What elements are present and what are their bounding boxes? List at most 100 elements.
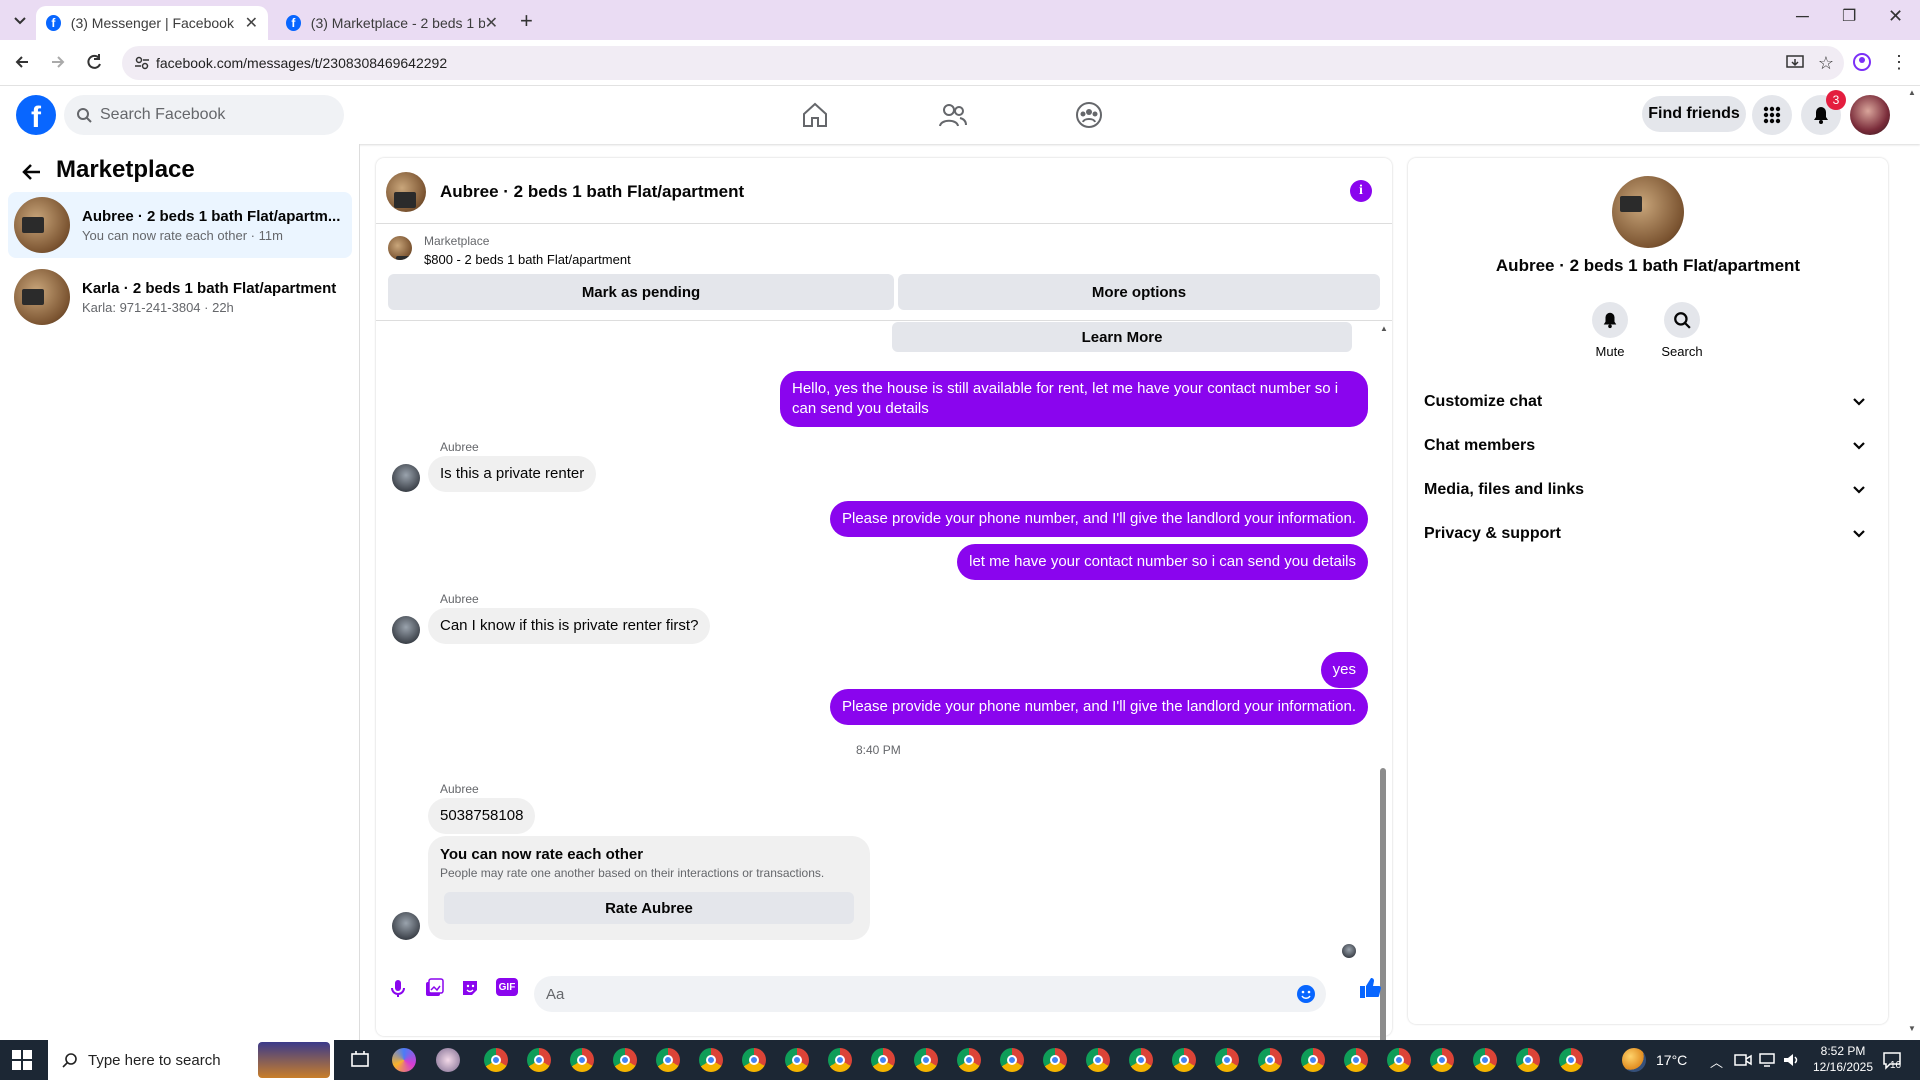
- back-icon[interactable]: [12, 52, 32, 72]
- chrome-taskbar-icon[interactable]: [1129, 1048, 1153, 1072]
- page-scrollbar[interactable]: ▲ ▼: [1906, 88, 1918, 1038]
- chrome-taskbar-icon[interactable]: [871, 1048, 895, 1072]
- chrome-taskbar-icon[interactable]: [1473, 1048, 1497, 1072]
- sender-avatar[interactable]: [392, 912, 420, 940]
- groups-icon[interactable]: [1074, 100, 1104, 130]
- mark-as-pending-button[interactable]: Mark as pending: [388, 274, 894, 310]
- windows-start-icon[interactable]: [12, 1050, 32, 1070]
- microphone-icon[interactable]: [388, 978, 408, 998]
- scrollbar-thumb[interactable]: [1380, 768, 1386, 1080]
- taskbar-search-box[interactable]: Type here to search: [48, 1040, 334, 1080]
- chrome-taskbar-icon[interactable]: [613, 1048, 637, 1072]
- outgoing-message[interactable]: let me have your contact number so i can…: [957, 544, 1368, 580]
- conversation-item[interactable]: Karla · 2 beds 1 bath Flat/apartment Kar…: [8, 264, 352, 330]
- chat-title[interactable]: Aubree · 2 beds 1 bath Flat/apartment: [440, 182, 744, 202]
- page-scroll-up-icon[interactable]: ▲: [1908, 88, 1916, 97]
- chrome-taskbar-icon[interactable]: [1215, 1048, 1239, 1072]
- back-arrow-icon[interactable]: [20, 160, 44, 184]
- chrome-taskbar-icon[interactable]: [785, 1048, 809, 1072]
- tray-chevron-up-icon[interactable]: ︿: [1710, 1052, 1723, 1071]
- customize-chat-section[interactable]: Customize chat: [1424, 380, 1872, 424]
- sticker-icon[interactable]: [460, 978, 480, 998]
- incoming-message[interactable]: Can I know if this is private renter fir…: [428, 608, 711, 644]
- outgoing-message[interactable]: yes: [1320, 652, 1368, 688]
- weather-icon[interactable]: [1622, 1048, 1646, 1072]
- taskbar-clock[interactable]: 8:52 PM 12/16/2025: [1808, 1043, 1878, 1075]
- chat-members-section[interactable]: Chat members: [1424, 424, 1872, 468]
- chrome-taskbar-icon[interactable]: [1258, 1048, 1282, 1072]
- chrome-taskbar-icon[interactable]: [1387, 1048, 1411, 1072]
- copilot-icon[interactable]: [392, 1048, 416, 1072]
- outgoing-message[interactable]: Hello, yes the house is still available …: [780, 371, 1368, 427]
- chrome-taskbar-icon[interactable]: [1172, 1048, 1196, 1072]
- forward-icon[interactable]: [48, 52, 68, 72]
- app-icon[interactable]: [436, 1048, 460, 1072]
- chrome-taskbar-icon[interactable]: [828, 1048, 852, 1072]
- window-close-icon[interactable]: ✕: [1888, 6, 1903, 27]
- menu-grid-icon[interactable]: [1752, 95, 1792, 135]
- chat-avatar[interactable]: [386, 172, 426, 212]
- incoming-message[interactable]: 5038758108: [428, 798, 536, 834]
- chrome-taskbar-icon[interactable]: [1430, 1048, 1454, 1072]
- info-icon[interactable]: i: [1350, 180, 1372, 202]
- message-input[interactable]: Aa: [534, 976, 1326, 1012]
- new-tab-icon[interactable]: +: [520, 8, 533, 34]
- profile-icon[interactable]: [1852, 52, 1872, 72]
- outgoing-message[interactable]: Please provide your phone number, and I'…: [829, 689, 1368, 725]
- reload-icon[interactable]: [84, 52, 104, 72]
- sender-avatar[interactable]: [392, 464, 420, 492]
- chrome-taskbar-icon[interactable]: [527, 1048, 551, 1072]
- friends-icon[interactable]: [938, 100, 968, 130]
- chrome-taskbar-icon[interactable]: [1043, 1048, 1067, 1072]
- incoming-message[interactable]: Is this a private renter: [428, 456, 597, 492]
- mute-button[interactable]: [1592, 302, 1628, 338]
- gallery-icon[interactable]: [424, 978, 444, 998]
- like-thumb-icon[interactable]: [1358, 976, 1382, 1000]
- network-icon[interactable]: [1758, 1051, 1776, 1069]
- media-files-links-section[interactable]: Media, files and links: [1424, 468, 1872, 512]
- gif-icon[interactable]: GIF: [496, 978, 518, 996]
- minimize-icon[interactable]: ─: [1796, 6, 1809, 27]
- browser-menu-icon[interactable]: ⋮: [1890, 52, 1908, 73]
- tab-list-chevron-icon[interactable]: [10, 10, 30, 30]
- bookmark-star-icon[interactable]: ☆: [1818, 53, 1834, 74]
- more-options-button[interactable]: More options: [898, 274, 1380, 310]
- volume-icon[interactable]: [1782, 1051, 1800, 1069]
- facebook-logo-icon[interactable]: f: [16, 95, 56, 135]
- listing-summary[interactable]: $800 - 2 beds 1 bath Flat/apartment: [424, 252, 631, 267]
- site-info-icon[interactable]: [134, 55, 150, 71]
- scroll-up-icon[interactable]: ▲: [1380, 324, 1388, 333]
- chrome-taskbar-icon[interactable]: [1344, 1048, 1368, 1072]
- account-avatar[interactable]: [1850, 95, 1890, 135]
- tab-close-icon[interactable]: ✕: [485, 13, 498, 33]
- conversation-item[interactable]: Aubree · 2 beds 1 bath Flat/apartm... Yo…: [8, 192, 352, 258]
- chat-scrollbar[interactable]: ▲: [1378, 324, 1388, 1080]
- tab-marketplace[interactable]: f (3) Marketplace - 2 beds 1 bath ✕: [276, 6, 508, 40]
- sender-avatar[interactable]: [392, 616, 420, 644]
- search-input[interactable]: Search Facebook: [64, 95, 344, 135]
- chrome-taskbar-icon[interactable]: [570, 1048, 594, 1072]
- tab-close-icon[interactable]: ✕: [245, 13, 258, 33]
- chrome-taskbar-icon[interactable]: [1086, 1048, 1110, 1072]
- task-view-icon[interactable]: [350, 1050, 370, 1070]
- chrome-taskbar-icon[interactable]: [484, 1048, 508, 1072]
- rate-aubree-button[interactable]: Rate Aubree: [444, 892, 854, 924]
- chrome-taskbar-icon[interactable]: [1000, 1048, 1024, 1072]
- chrome-taskbar-icon[interactable]: [957, 1048, 981, 1072]
- search-in-chat-button[interactable]: [1664, 302, 1700, 338]
- chrome-taskbar-icon[interactable]: [656, 1048, 680, 1072]
- chrome-taskbar-icon[interactable]: [1516, 1048, 1540, 1072]
- chrome-taskbar-icon[interactable]: [1301, 1048, 1325, 1072]
- chrome-taskbar-icon[interactable]: [914, 1048, 938, 1072]
- tab-messenger[interactable]: f (3) Messenger | Facebook ✕: [36, 6, 268, 40]
- chat-info-avatar[interactable]: [1612, 176, 1684, 248]
- weather-temp[interactable]: 17°C: [1656, 1052, 1687, 1068]
- meet-now-icon[interactable]: [1734, 1051, 1752, 1069]
- chrome-taskbar-icon[interactable]: [699, 1048, 723, 1072]
- page-scroll-down-icon[interactable]: ▼: [1908, 1024, 1916, 1033]
- privacy-support-section[interactable]: Privacy & support: [1424, 512, 1872, 556]
- find-friends-button[interactable]: Find friends: [1642, 96, 1746, 132]
- restore-icon[interactable]: ❐: [1842, 6, 1856, 26]
- install-app-icon[interactable]: [1786, 54, 1804, 72]
- emoji-icon[interactable]: [1296, 984, 1316, 1004]
